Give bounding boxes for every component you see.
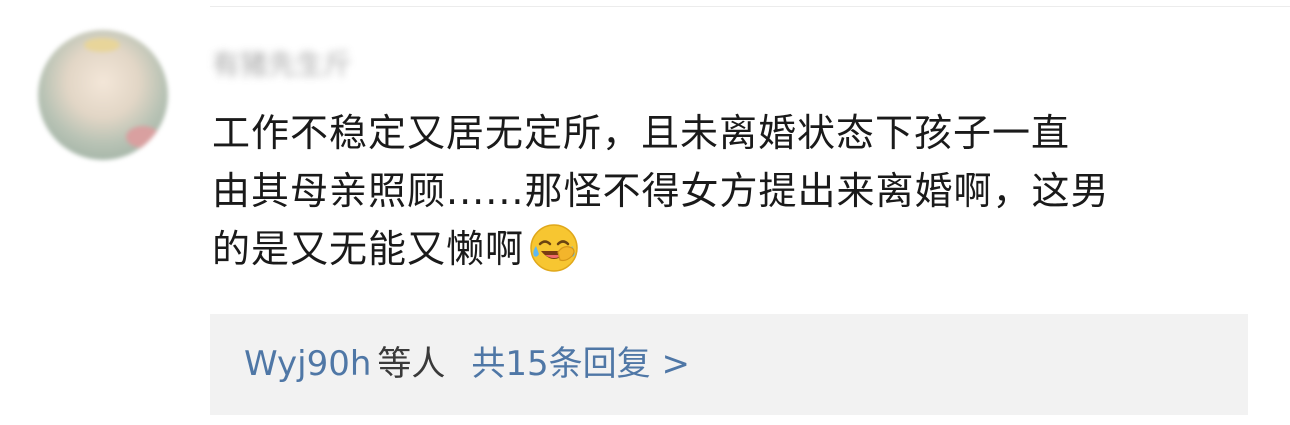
- replier-suffix: 等人: [377, 344, 446, 384]
- comment-author-name[interactable]: 有猪先生斤: [212, 48, 352, 82]
- comment-line: 由其母亲照顾......那怪不得女方提出来离婚啊，这男: [212, 169, 1110, 213]
- comment-line: 工作不稳定又居无定所，且未离婚状态下孩子一直: [212, 111, 1071, 155]
- avatar-detail: [84, 38, 120, 52]
- replier-name-link[interactable]: Wyj90h: [244, 344, 371, 384]
- comment-line-last: 的是又无能又懒啊: [212, 220, 1262, 278]
- reply-count-link[interactable]: 共15条回复 >: [471, 344, 690, 384]
- avatar[interactable]: [38, 30, 168, 160]
- laughing-tears-emoji-icon: [528, 222, 580, 274]
- replies-summary-text: Wyj90h 等人 共15条回复 >: [244, 314, 690, 415]
- replies-summary[interactable]: Wyj90h 等人 共15条回复 >: [210, 314, 1248, 415]
- comment-line-text: 的是又无能又懒啊: [212, 227, 525, 271]
- comment-body: 工作不稳定又居无定所，且未离婚状态下孩子一直 由其母亲照顾......那怪不得女…: [212, 104, 1262, 278]
- avatar-detail: [126, 126, 160, 148]
- top-divider: [210, 6, 1290, 7]
